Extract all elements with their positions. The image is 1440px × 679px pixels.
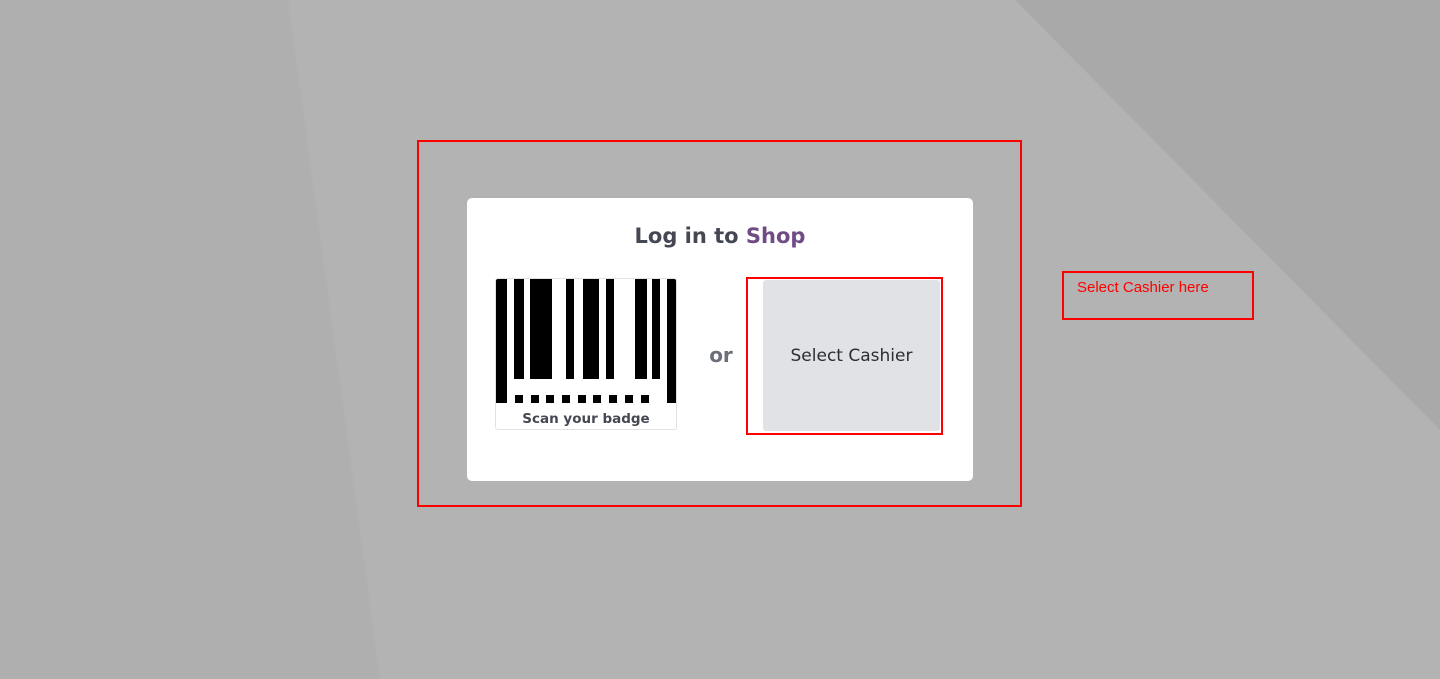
scan-badge-area[interactable]: Scan your badge: [495, 278, 677, 430]
login-title-brand: Shop: [745, 224, 806, 248]
side-annotation-box: Select Cashier here: [1062, 271, 1254, 320]
login-card: Log in to Shop Scan your badge or Select…: [467, 198, 973, 481]
login-title-prefix: Log in to: [634, 224, 739, 248]
barcode-icon: [496, 279, 676, 403]
select-cashier-button[interactable]: Select Cashier: [763, 280, 940, 431]
scan-badge-label: Scan your badge: [522, 411, 650, 427]
side-annotation-text: Select Cashier here: [1077, 279, 1209, 296]
login-title: Log in to Shop: [467, 224, 973, 248]
or-separator: or: [709, 343, 733, 367]
